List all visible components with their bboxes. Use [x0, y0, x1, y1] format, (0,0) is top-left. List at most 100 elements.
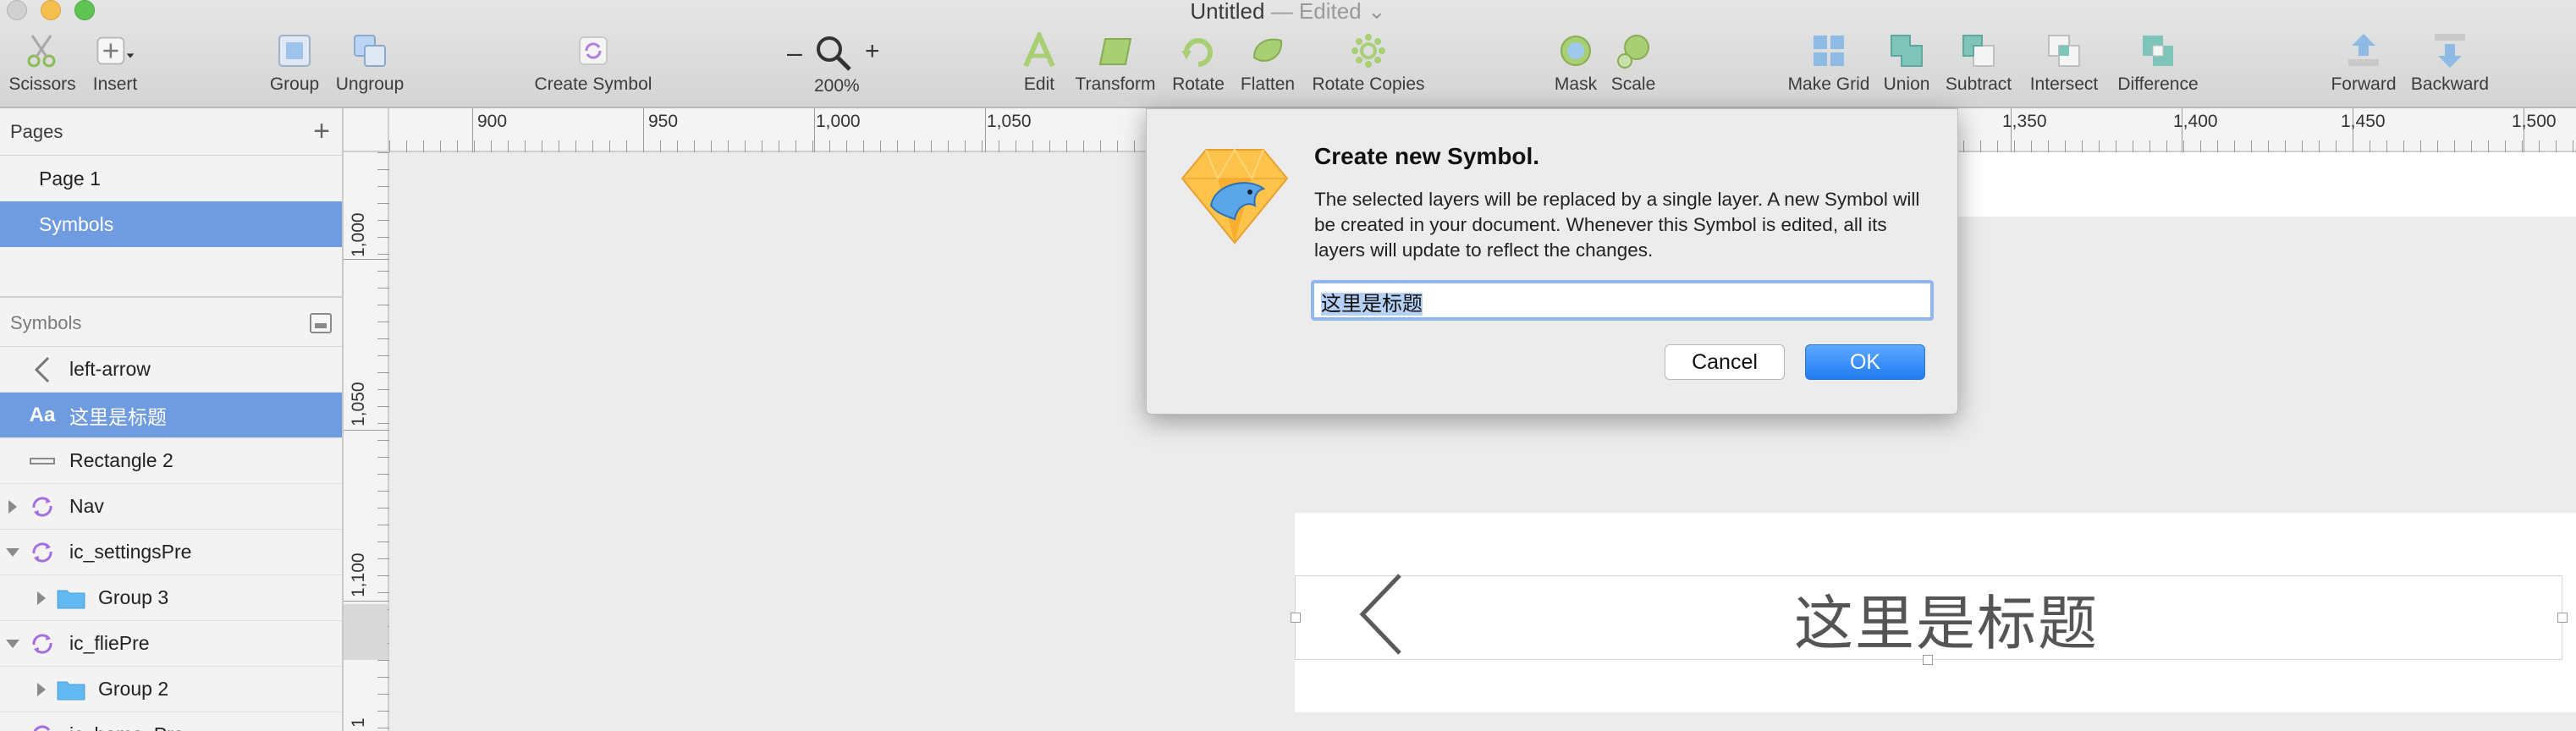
resize-handle-bottom[interactable] [1923, 655, 1933, 665]
zoom-in-button[interactable]: + [865, 37, 880, 66]
collapse-icon[interactable] [310, 312, 332, 333]
forward-tool[interactable]: Forward [2327, 30, 2400, 102]
add-page-button[interactable]: + [313, 115, 330, 148]
symbol-icon [33, 724, 51, 731]
layer-rectangle-2[interactable]: Rectangle 2 [0, 438, 342, 484]
ruler-label: 1,400 [2173, 112, 2218, 131]
disclosure-down-icon[interactable] [4, 638, 21, 650]
disclosure-right-icon[interactable] [36, 681, 47, 698]
scissors-label: Scissors [8, 74, 76, 94]
rotate-label: Rotate [1172, 74, 1225, 94]
nav-title-text[interactable]: 这里是标题 [1777, 576, 2116, 661]
edit-tool[interactable]: Edit [1012, 30, 1066, 102]
ungroup-icon [354, 35, 386, 67]
subtract-tool[interactable]: Subtract [1940, 30, 2017, 102]
layer-group-3[interactable]: Group 3 [0, 575, 342, 621]
union-label: Union [1883, 74, 1930, 94]
ruler-label: 1,050 [987, 112, 1032, 131]
layer-nav[interactable]: Nav [0, 484, 342, 530]
disclosure-right-icon[interactable] [7, 498, 19, 515]
make-grid-tool[interactable]: Make Grid [1784, 30, 1874, 102]
page-item-label: Page 1 [39, 167, 101, 190]
layer-label: Group 2 [98, 678, 169, 700]
scale-label: Scale [1610, 74, 1656, 94]
ungroup-tool[interactable]: Ungroup [332, 30, 408, 102]
flatten-tool[interactable]: Flatten [1234, 30, 1302, 102]
union-tool[interactable]: Union [1877, 30, 1936, 102]
intersect-tool[interactable]: Intersect [2023, 30, 2105, 102]
disclosure-right-icon[interactable] [36, 590, 47, 607]
insert-icon [96, 36, 135, 65]
forward-icon [2348, 34, 2379, 66]
text-layer-icon: Aa [29, 403, 56, 426]
layer-left-arrow[interactable]: left-arrow [0, 347, 342, 393]
page-item-label: Symbols [39, 212, 114, 235]
subtract-icon [1962, 35, 1995, 67]
insert-tool[interactable]: Insert [85, 30, 146, 102]
layer-ic-home-pre[interactable]: ic_home_Pre [0, 712, 342, 731]
make-grid-label: Make Grid [1787, 74, 1870, 94]
zoom-out-button[interactable]: – [787, 37, 802, 69]
transform-tool[interactable]: Transform [1071, 30, 1159, 102]
rotate-copies-label: Rotate Copies [1312, 74, 1425, 94]
dialog-title: Create new Symbol. [1314, 143, 1540, 169]
scale-tool[interactable]: Scale [1606, 30, 1660, 102]
back-arrow-icon[interactable] [1354, 572, 1408, 657]
insert-label: Insert [92, 74, 138, 94]
subtract-label: Subtract [1945, 74, 2012, 94]
mask-tool[interactable]: Mask [1549, 30, 1603, 102]
resize-handle-left[interactable] [1291, 613, 1301, 623]
edit-icon [1023, 32, 1055, 68]
difference-icon [2143, 36, 2173, 66]
backward-tool[interactable]: Backward [2405, 30, 2495, 102]
ruler-corner [344, 108, 389, 152]
resize-handle-right[interactable] [2557, 613, 2568, 623]
symbol-icon [32, 633, 52, 654]
scissors-icon [27, 35, 56, 68]
mask-icon [1560, 36, 1591, 66]
rotate-tool[interactable]: Rotate [1168, 30, 1229, 102]
layer-group-2[interactable]: Group 2 [0, 667, 342, 712]
backward-icon [2435, 34, 2465, 68]
cancel-button[interactable]: Cancel [1665, 344, 1785, 380]
union-icon [1891, 35, 1923, 67]
layer-title-text[interactable]: Aa 这里是标题 [0, 393, 342, 438]
toolbar: Untitled — Edited ⌄ Scissors Insert Grou… [0, 0, 2576, 108]
window-title: Untitled — Edited ⌄ [0, 0, 2576, 25]
ruler-selection-band [344, 604, 388, 660]
ruler-label: 1,000 [816, 112, 861, 131]
layer-ic-settingspre[interactable]: ic_settingsPre [0, 530, 342, 575]
group-icon [278, 35, 311, 67]
rectangle-icon [30, 457, 55, 464]
difference-label: Difference [2117, 74, 2199, 94]
ruler-label: 1,100 [349, 552, 368, 597]
create-symbol-tool[interactable]: Create Symbol [530, 30, 657, 102]
layer-label: Rectangle 2 [69, 449, 173, 471]
create-symbol-dialog: Create new Symbol. The selected layers w… [1146, 108, 1958, 415]
page-item-page-1[interactable]: Page 1 [0, 156, 342, 201]
pages-header-label: Pages [10, 120, 63, 142]
forward-label: Forward [2331, 74, 2397, 94]
scissors-tool[interactable]: Scissors [7, 30, 78, 102]
disclosure-down-icon[interactable] [4, 547, 21, 558]
rotate-icon [1181, 38, 1213, 67]
layers-sidebar: Pages + Page 1 Symbols Symbols left-arro… [0, 108, 344, 731]
difference-tool[interactable]: Difference [2111, 30, 2205, 102]
chevron-left-icon [34, 356, 50, 382]
page-item-symbols[interactable]: Symbols [0, 201, 342, 247]
layer-label: ic_fliePre [69, 632, 150, 654]
ok-button[interactable]: OK [1805, 344, 1925, 380]
scale-icon [1617, 35, 1649, 69]
dialog-message: The selected layers will be replaced by … [1314, 189, 1920, 261]
symbol-name-input[interactable]: 这里是标题 [1311, 280, 1934, 321]
layer-label: Nav [69, 495, 104, 517]
intersect-icon [2048, 35, 2080, 67]
symbols-header: Symbols [0, 300, 342, 347]
pages-header: Pages + [0, 108, 342, 156]
zoom-level[interactable]: 200% [814, 76, 860, 96]
group-tool[interactable]: Group [264, 30, 325, 102]
rotate-copies-tool[interactable]: Rotate Copies [1307, 30, 1430, 102]
layer-ic-fliepre[interactable]: ic_fliePre [0, 621, 342, 667]
edited-status[interactable]: — Edited ⌄ [1271, 0, 1386, 24]
vertical-ruler[interactable]: 1,000 1,050 1,100 1 [344, 152, 389, 731]
